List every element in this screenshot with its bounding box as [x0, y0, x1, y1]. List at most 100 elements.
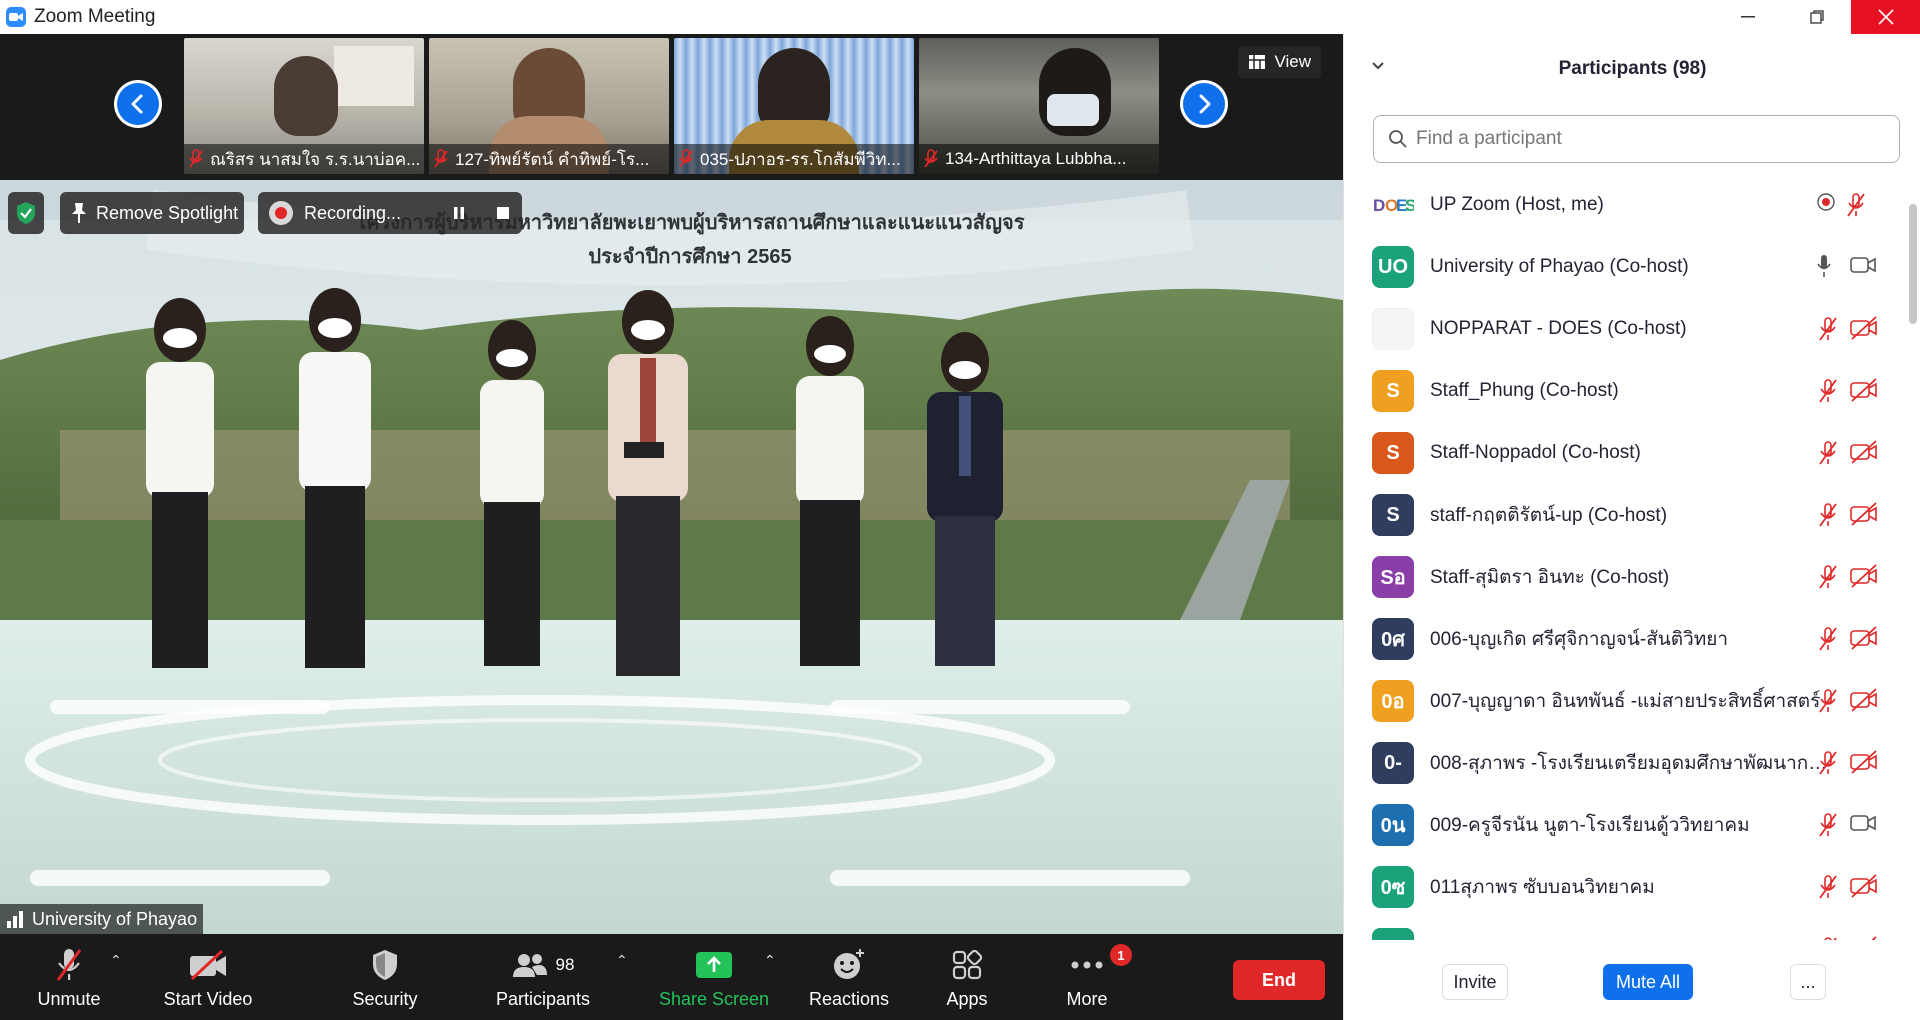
apps-button[interactable]: Apps — [934, 934, 1000, 1020]
svg-text:D: D — [1373, 196, 1385, 215]
participant-video-status[interactable] — [1850, 812, 1876, 839]
start-video-button[interactable]: Start Video — [154, 934, 262, 1020]
mute-all-button[interactable]: Mute All — [1603, 964, 1693, 1000]
participant-name: Staff-สุมิตรา อินทะ (Co-host) — [1430, 567, 1670, 588]
title-bar: Zoom Meeting — [0, 0, 1920, 34]
participant-thumbnail[interactable]: ณริสร นาสมใจ ร.ร.นาบ่อค... — [184, 38, 424, 174]
spotlight-video-frame — [0, 180, 1343, 934]
participant-mic-status[interactable] — [1816, 502, 1840, 533]
participant-row[interactable]: 0ศ 006-บุญเกิด ศรีศุจิกาญจน์-สันติวิทยา — [1344, 608, 1904, 670]
participant-row[interactable]: 0ซ 011สุภาพร ซับบอนวิทยาคม — [1344, 856, 1904, 918]
participant-thumbnail[interactable]: 127-ทิพย์รัตน์ คำทิพย์-โร... — [429, 38, 669, 174]
mic-muted-icon — [189, 149, 203, 168]
avatar: 0ส — [1372, 928, 1414, 940]
stop-icon — [497, 207, 509, 219]
pause-recording-button[interactable] — [452, 206, 466, 220]
mic-muted-icon — [1819, 503, 1837, 527]
participant-row[interactable]: Sstaff-กฤตติรัตน์-up (Co-host) — [1344, 484, 1904, 546]
banner-line-2: ประจำปีการศึกษา 2565 — [588, 246, 792, 268]
participant-name: 011สุภาพร ซับบอนวิทยาคม — [1430, 877, 1655, 898]
video-off-icon — [1850, 378, 1877, 402]
unmute-label: Unmute — [37, 988, 101, 1009]
spotlight-video[interactable]: โครงการผู้บริหารมหาวิทยาลัยพะเยาพบผู้บริ… — [0, 180, 1343, 934]
participant-list-scrollbar[interactable] — [1909, 164, 1918, 940]
participant-row[interactable]: 0อ 007-บุญญาดา อินทพันธ์ -แม่สายประสิทธิ์… — [1344, 670, 1904, 732]
participant-thumbnail[interactable]: 134-Arthittaya Lubbha... — [919, 38, 1159, 174]
participant-row[interactable]: S Staff-Noppadol (Co-host) — [1344, 422, 1904, 484]
participant-mic-status[interactable] — [1816, 626, 1840, 657]
scrollbar-thumb[interactable] — [1909, 204, 1917, 324]
participant-row[interactable]: 0น 009-ครูจีรนัน นูตา-โรงเรียนดู้ววิทยาคม — [1344, 794, 1904, 856]
participant-row[interactable]: Sอ Staff-สุมิตรา อินทะ (Co-host) — [1344, 546, 1904, 608]
participant-row[interactable]: S Staff_Phung (Co-host) — [1344, 360, 1904, 422]
unmute-button[interactable]: Unmute — [26, 934, 112, 1020]
participant-mic-status[interactable] — [1816, 936, 1840, 940]
participants-options-caret[interactable]: ⌃ — [616, 952, 628, 969]
more-button[interactable]: More — [1052, 934, 1122, 1020]
more-options-button[interactable]: ... — [1790, 964, 1826, 1000]
participant-name: Staff_Phung (Co-host) — [1430, 380, 1619, 401]
participant-video-status[interactable] — [1850, 688, 1878, 717]
participant-video-status[interactable] — [1850, 316, 1878, 345]
participant-video-status[interactable] — [1850, 936, 1878, 940]
participant-mic-status[interactable] — [1816, 564, 1840, 595]
video-off-icon — [1871, 936, 1877, 940]
mic-muted-icon — [1847, 193, 1865, 217]
share-options-caret[interactable]: ⌃ — [764, 952, 776, 969]
participant-video-status[interactable] — [1850, 254, 1876, 281]
end-meeting-button[interactable]: End — [1233, 960, 1325, 1000]
participant-row[interactable]: 0ส 016-... — [1344, 918, 1904, 940]
participant-mic-status[interactable] — [1816, 316, 1840, 347]
encryption-shield-button[interactable] — [8, 192, 44, 234]
participant-mic-status[interactable] — [1816, 378, 1840, 409]
participant-mic-status[interactable] — [1816, 750, 1840, 781]
participant-mic-status[interactable] — [1816, 440, 1840, 471]
security-button[interactable]: Security — [338, 934, 432, 1020]
next-page-button[interactable] — [1180, 80, 1228, 128]
participant-name: UP Zoom (Host, me) — [1430, 194, 1604, 215]
participant-video-status[interactable] — [1850, 502, 1878, 531]
participant-video-status[interactable] — [1850, 440, 1878, 469]
participant-mic-status[interactable] — [1816, 812, 1840, 843]
minimize-button[interactable] — [1713, 0, 1782, 34]
participants-icon — [512, 953, 547, 977]
participant-mic-status[interactable] — [1816, 688, 1840, 719]
zoom-app-icon — [6, 7, 26, 27]
participant-thumbnail[interactable]: 035-ปภาอร-รร.โกสัมพีวิท... — [674, 38, 914, 174]
view-button[interactable]: View — [1238, 46, 1321, 78]
participant-video-status[interactable] — [1850, 378, 1878, 407]
speaker-name-tag: University of Phayao — [0, 904, 204, 934]
avatar: Sอ — [1372, 556, 1414, 598]
participant-mic-status[interactable] — [1816, 874, 1840, 905]
participant-search[interactable] — [1373, 115, 1900, 163]
participant-row[interactable]: D O E S UP Zoom (Host, me) — [1344, 174, 1904, 236]
participant-mic-status[interactable] — [1844, 192, 1868, 223]
reactions-button[interactable]: Reactions — [806, 934, 892, 1020]
search-input[interactable] — [1416, 128, 1896, 150]
audio-options-caret[interactable]: ⌃ — [110, 952, 122, 969]
remove-spotlight-button[interactable]: Remove Spotlight — [60, 192, 244, 234]
speaker-name: University of Phayao — [32, 908, 198, 929]
participant-row[interactable]: NOPPARAT - DOES (Co-host) — [1344, 298, 1904, 360]
participant-video-status[interactable] — [1850, 564, 1878, 593]
stop-recording-button[interactable] — [496, 206, 510, 220]
share-screen-button[interactable]: Share Screen — [656, 934, 772, 1020]
participants-button[interactable]: 98 Participants — [490, 934, 596, 1020]
participant-row[interactable]: UO University of Phayao (Co-host) — [1344, 236, 1904, 298]
restore-icon — [1809, 10, 1824, 24]
participant-mic-status[interactable] — [1816, 254, 1832, 283]
close-button[interactable] — [1851, 0, 1920, 34]
participant-video-status[interactable] — [1850, 750, 1878, 779]
previous-page-button[interactable] — [114, 80, 162, 128]
participant-video-status[interactable] — [1850, 626, 1878, 655]
invite-button[interactable]: Invite — [1442, 964, 1508, 1000]
meeting-toolbar: Unmute ⌃ Start Video Security 98 Partici… — [0, 934, 1343, 1020]
search-icon — [1389, 130, 1407, 148]
avatar: DOES — [1372, 184, 1414, 226]
participant-video-status[interactable] — [1850, 874, 1878, 903]
participant-name: 008-สุภาพร -โรงเรียนเตรียมอุดมศึกษาพัฒนา… — [1430, 753, 1830, 774]
participant-row[interactable]: 0- 008-สุภาพร -โรงเรียนเตรียมอุดมศึกษาพัฒ… — [1344, 732, 1904, 794]
participant-video-status[interactable] — [1816, 192, 1836, 217]
restore-button[interactable] — [1782, 0, 1851, 34]
grid-view-icon — [1249, 55, 1266, 69]
